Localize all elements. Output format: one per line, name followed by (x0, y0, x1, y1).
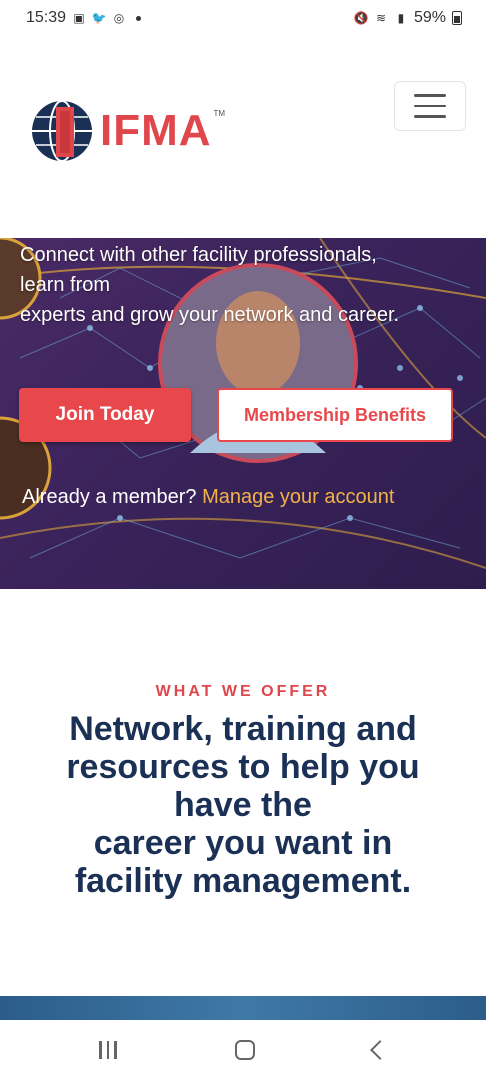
hamburger-menu-button[interactable] (394, 81, 466, 131)
menu-bar-icon (414, 115, 446, 118)
back-icon[interactable] (369, 1040, 390, 1060)
offer-heading-line: facility management. (74, 862, 412, 900)
hero-text-line: experts and grow your network and career… (20, 304, 400, 326)
hero-banner: Connect with other facility professional… (0, 238, 486, 589)
home-icon[interactable] (234, 1040, 255, 1060)
ifma-logo[interactable]: IFMA TM (30, 99, 225, 163)
status-bar: 15:39 ▣ 🐦 ◎ 🔇 ≋ ▮ 59% (0, 0, 486, 36)
menu-bar-icon (414, 104, 446, 108)
android-nav-bar (0, 1020, 486, 1080)
notification-dot-icon (136, 15, 142, 21)
status-time: 15:39 (26, 9, 67, 26)
status-left: 15:39 ▣ 🐦 ◎ (26, 9, 142, 27)
battery-icon (452, 11, 462, 25)
globe-logo-icon (32, 100, 92, 162)
battery-percent: 59% (413, 9, 446, 26)
offer-heading-line: Network, training and (69, 710, 417, 748)
hero-text: Connect with other facility professional… (20, 240, 460, 330)
offer-heading-line: career you want in (93, 824, 393, 862)
status-right: 🔇 ≋ ▮ 59% (354, 9, 462, 27)
wifi-icon: ≋ (375, 11, 386, 25)
logo-text: IFMA (100, 106, 212, 155)
offer-heading: Network, training and resources to help … (40, 710, 446, 900)
offer-heading-line: have the (174, 786, 312, 824)
menu-bar-icon (414, 94, 446, 97)
member-prompt-text: Already a member? (22, 486, 203, 508)
member-prompt: Already a member? Manage your account (22, 486, 394, 509)
instagram-icon: ◎ (113, 11, 125, 25)
twitter-icon: 🐦 (91, 11, 107, 25)
section-eyebrow: WHAT WE OFFER (155, 683, 331, 700)
offer-heading-line: resources to help you (66, 748, 420, 786)
manage-account-link[interactable]: Manage your account (202, 486, 394, 508)
logo-trademark: TM (213, 108, 226, 118)
recent-apps-icon[interactable] (99, 1041, 117, 1059)
site-header: IFMA TM (0, 36, 486, 236)
join-today-button[interactable]: Join Today (19, 388, 191, 442)
hero-text-line: learn from (20, 274, 111, 296)
gallery-icon: ▣ (73, 11, 85, 25)
hero-text-line: Connect with other facility professional… (20, 244, 377, 266)
mute-icon: 🔇 (353, 11, 369, 25)
next-section-banner (0, 996, 486, 1020)
membership-benefits-button[interactable]: Membership Benefits (217, 388, 453, 442)
signal-icon: ▮ (397, 11, 405, 25)
